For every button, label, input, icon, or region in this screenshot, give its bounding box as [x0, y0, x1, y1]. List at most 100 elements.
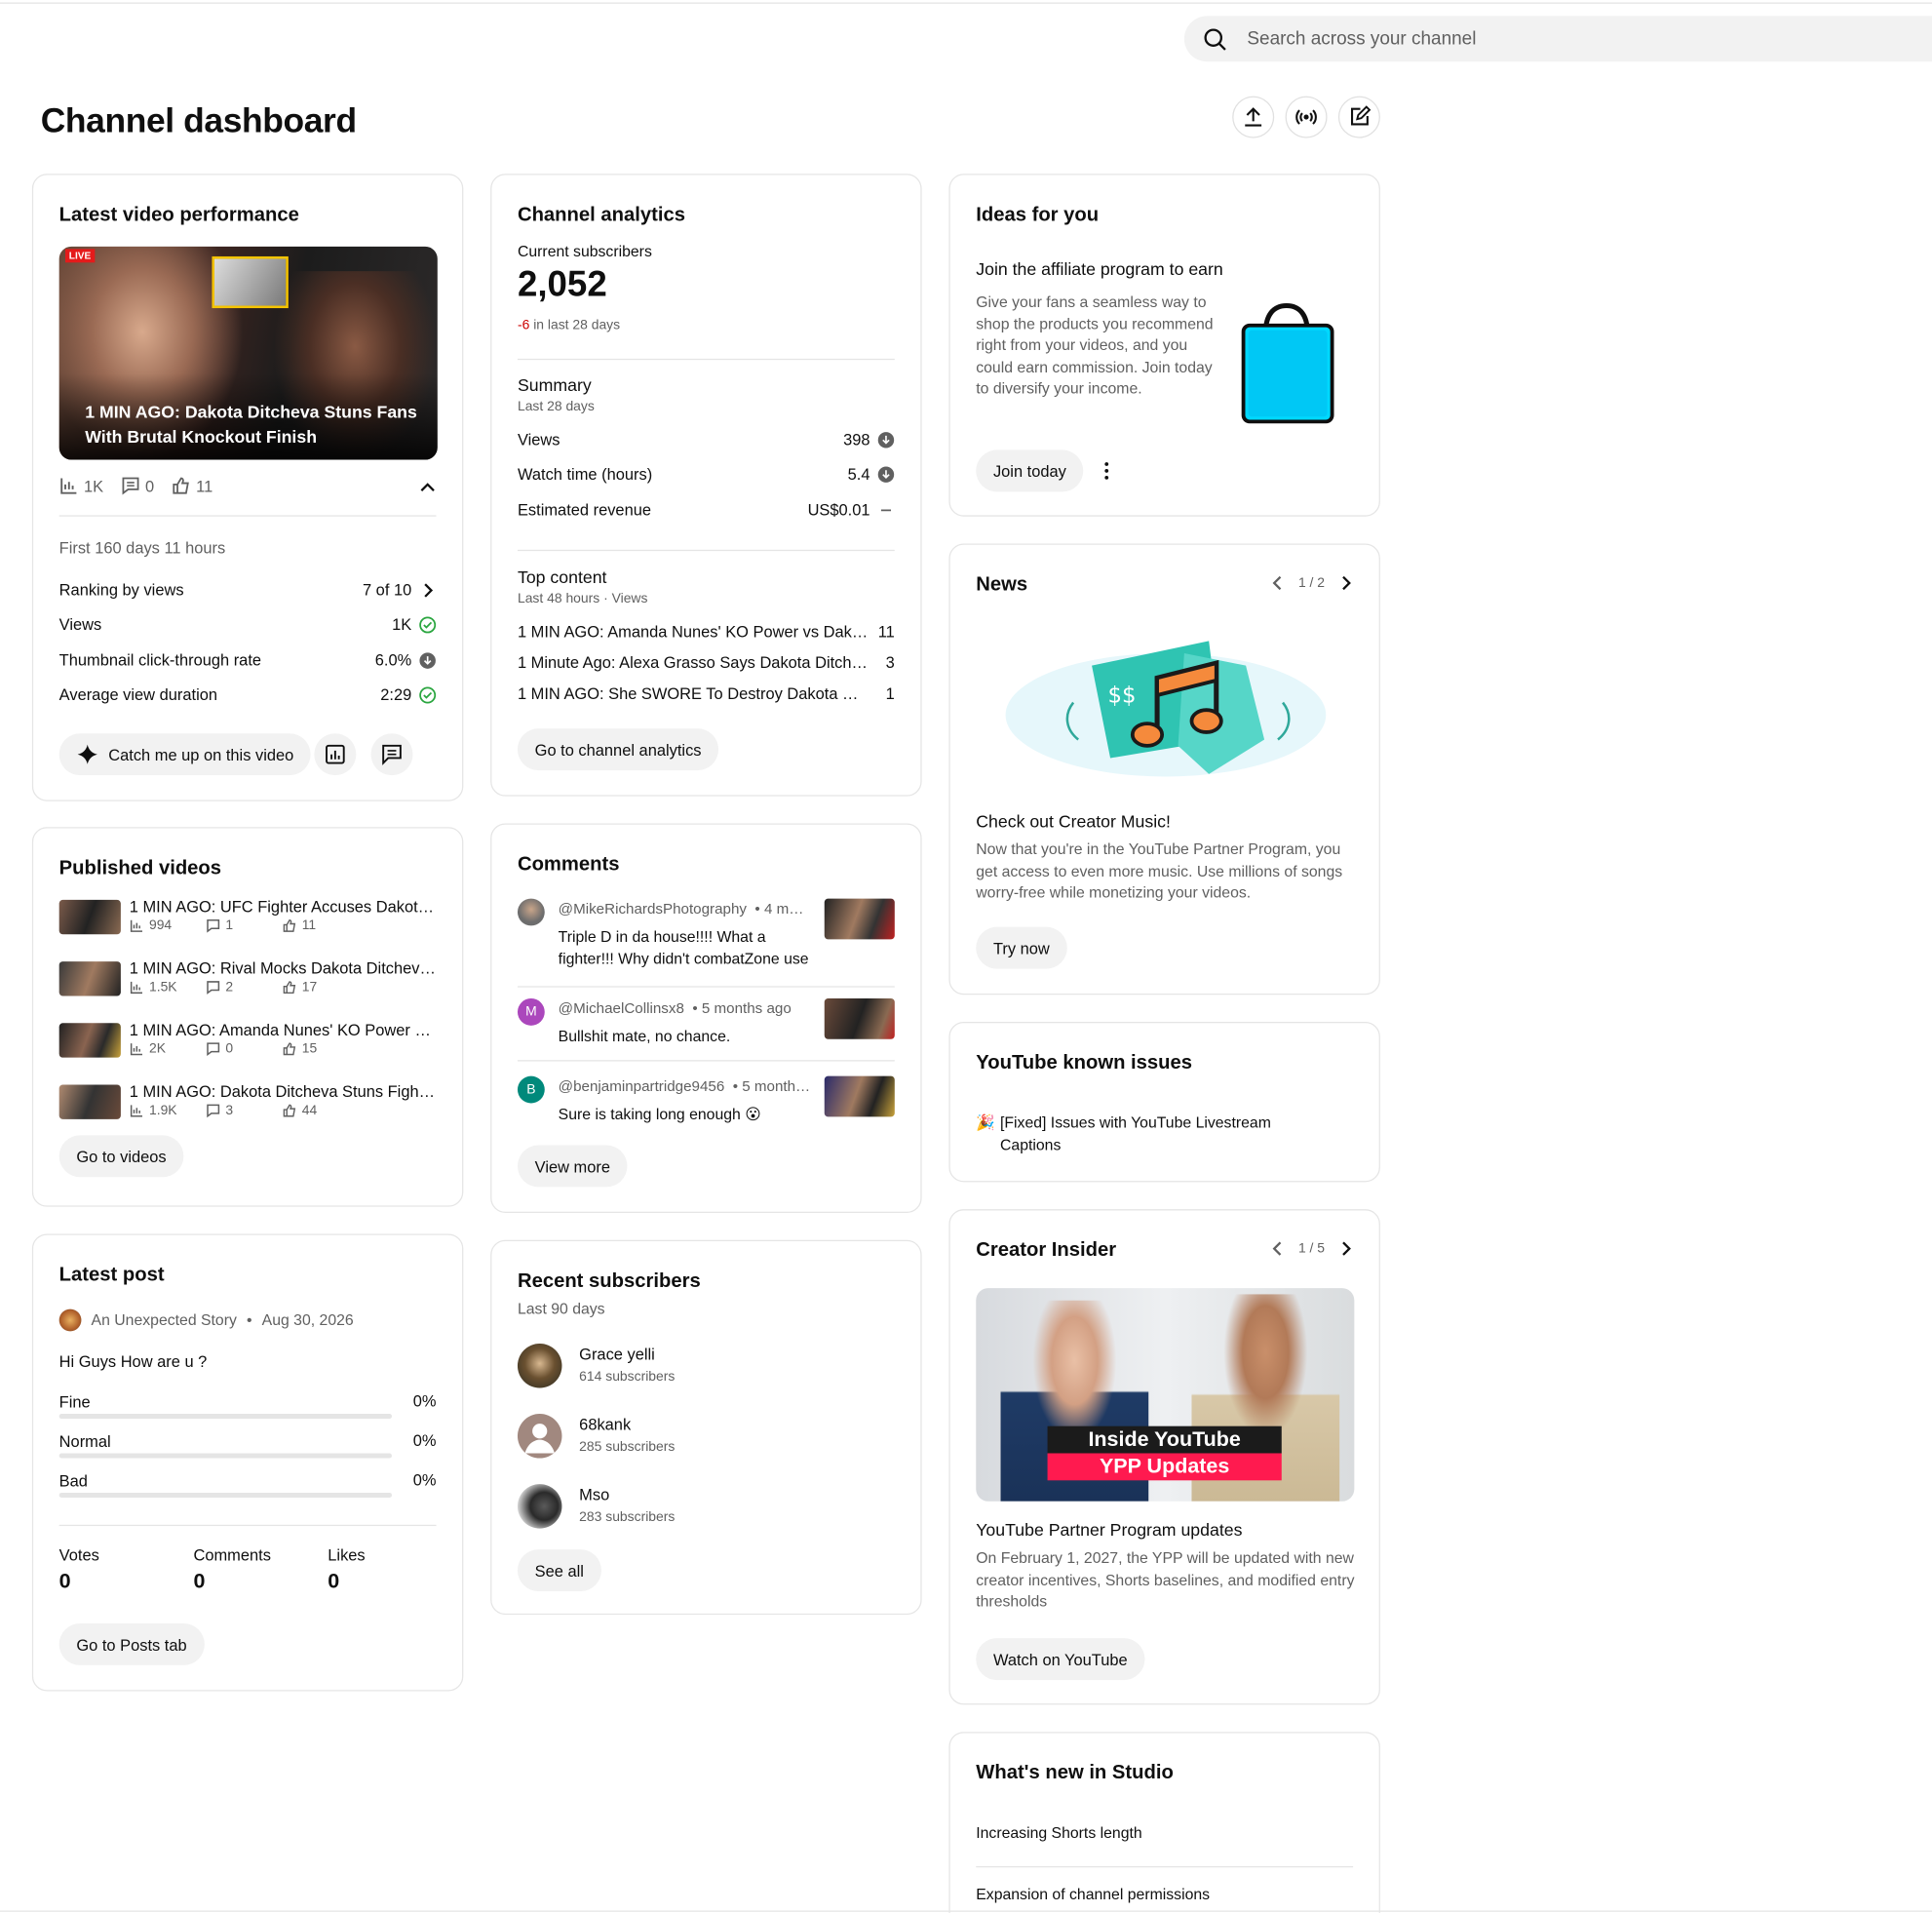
- view-more-button[interactable]: View more: [517, 1145, 628, 1188]
- period-label: First 160 days 11 hours: [58, 538, 226, 558]
- go-live-button[interactable]: [1285, 96, 1328, 138]
- create-post-button[interactable]: [1337, 96, 1380, 138]
- subscriber-row[interactable]: 68kank 285 subscribers: [517, 1410, 895, 1464]
- ideas-heading: Join the affiliate program to earn: [976, 258, 1223, 279]
- comment-item[interactable]: B @benjaminpartridge9456 • 5 months ago …: [517, 1075, 895, 1126]
- separator-dot: •: [246, 1311, 252, 1329]
- thumb-up-icon: [173, 477, 190, 494]
- published-videos-card: Published videos 1 MIN AGO: UFC Fighter …: [31, 827, 464, 1207]
- poll-option: Normal 0%: [58, 1431, 437, 1461]
- top-content-row[interactable]: 1 MIN AGO: She SWORE To Destroy Dakota D…: [518, 684, 895, 703]
- likes-value: 17: [301, 980, 318, 996]
- poll-bar: [58, 1492, 393, 1499]
- go-to-videos-button[interactable]: Go to videos: [58, 1135, 184, 1178]
- post-stat-value: 0: [193, 1569, 206, 1593]
- post-stat-value: 0: [328, 1569, 340, 1593]
- video-thumbnail[interactable]: LIVE 1 MIN AGO: Dakota Ditcheva Stuns Fa…: [58, 246, 438, 460]
- bar-chart-icon: [60, 478, 77, 494]
- chevron-right-icon[interactable]: [1337, 574, 1355, 592]
- check-circle-icon: [419, 685, 437, 703]
- comment-header: @MichaelCollinsx8 • 5 months ago: [558, 999, 792, 1017]
- live-icon: [1295, 109, 1317, 125]
- thumb-line1: Inside YouTube: [1047, 1425, 1282, 1454]
- post-meta: An Unexpected Story • Aug 30, 2026: [58, 1308, 354, 1332]
- chevron-up-icon[interactable]: [419, 480, 437, 497]
- whats-new-item[interactable]: Increasing Shorts length: [976, 1824, 1141, 1842]
- catch-me-up-button[interactable]: Catch me up on this video: [58, 733, 311, 776]
- dash-icon: [880, 508, 892, 511]
- top-content-label: 1 MIN AGO: She SWORE To Destroy Dakota D…: [517, 683, 869, 703]
- video-comments-button[interactable]: [370, 733, 413, 776]
- avatar: [517, 898, 545, 926]
- video-analytics-button[interactable]: [314, 733, 357, 776]
- comment-item[interactable]: M @MichaelCollinsx8 • 5 months ago Bulls…: [517, 998, 895, 1048]
- subscriber-row[interactable]: Grace yelli 614 subscribers: [517, 1340, 895, 1394]
- comment-header: @benjaminpartridge9456 • 5 months ago: [559, 1077, 811, 1095]
- more-vert-icon[interactable]: [1096, 460, 1118, 483]
- published-video-row[interactable]: 1 MIN AGO: Dakota Ditcheva Stuns Fighter…: [58, 1082, 438, 1127]
- post-stat-label: Votes: [58, 1545, 99, 1565]
- avatar: [517, 1343, 562, 1388]
- divider: [517, 986, 895, 988]
- comments-value: 2: [225, 980, 234, 996]
- live-badge: LIVE: [65, 249, 96, 263]
- comment-item[interactable]: @MikeRichardsPhotography • 4 months ago …: [517, 898, 895, 975]
- search-input[interactable]: Search across your channel: [1247, 28, 1476, 49]
- poll-option-label: Fine: [58, 1392, 91, 1412]
- subscriber-row[interactable]: Mso 283 subscribers: [517, 1480, 895, 1535]
- poll-bar: [58, 1453, 393, 1459]
- post-stat-label: Likes: [328, 1545, 366, 1565]
- published-video-row[interactable]: 1 MIN AGO: Rival Mocks Dakota Ditcheva—T…: [58, 959, 438, 1004]
- summary-revenue: Estimated revenue US$0.01: [518, 500, 895, 519]
- comments-value: 1: [225, 917, 234, 933]
- try-now-button[interactable]: Try now: [976, 926, 1067, 969]
- video-title: 1 MIN AGO: Amanda Nunes' KO Power vs Dak…: [129, 1020, 438, 1039]
- search-bar[interactable]: Search across your channel: [1183, 16, 1932, 62]
- insider-thumbnail[interactable]: Inside YouTube YPP Updates: [976, 1288, 1355, 1502]
- chevron-left-icon[interactable]: [1269, 574, 1287, 592]
- channel-name: An Unexpected Story: [91, 1311, 237, 1329]
- metric-ranking[interactable]: Ranking by views 7 of 10: [59, 580, 437, 599]
- check-circle-icon: [419, 615, 437, 633]
- comment-text: Sure is taking long enough 😮: [558, 1105, 761, 1123]
- post-stat-likes: Likes 0: [328, 1545, 365, 1593]
- pager-text: 1 / 2: [1297, 575, 1326, 591]
- see-all-button[interactable]: See all: [517, 1549, 601, 1592]
- metric-label: Views: [58, 614, 102, 634]
- insider-body: On February 1, 2027, the YPP will be upd…: [976, 1549, 1355, 1611]
- go-to-analytics-button[interactable]: Go to channel analytics: [517, 728, 719, 771]
- card-title: News: [976, 574, 1028, 596]
- news-body: Now that you're in the YouTube Partner P…: [976, 840, 1343, 902]
- video-thumbnail: [824, 1075, 895, 1117]
- channel-avatar: [58, 1308, 82, 1332]
- bar-chart-icon: [130, 919, 143, 932]
- join-today-button[interactable]: Join today: [976, 449, 1084, 492]
- published-video-row[interactable]: 1 MIN AGO: Amanda Nunes' KO Power vs Dak…: [58, 1020, 438, 1066]
- published-video-row[interactable]: 1 MIN AGO: UFC Fighter Accuses Dakota Di…: [58, 897, 438, 942]
- comments-card: Comments @MikeRichardsPhotography • 4 mo…: [490, 823, 922, 1213]
- video-stats: 1.9K 3 44: [130, 1103, 331, 1118]
- top-border: [0, 2, 1932, 4]
- go-to-posts-button[interactable]: Go to Posts tab: [58, 1622, 205, 1665]
- watch-on-youtube-button[interactable]: Watch on YouTube: [976, 1638, 1145, 1681]
- top-content-period: Last 48 hours · Views: [517, 591, 648, 606]
- whats-new-item[interactable]: Expansion of channel permissions: [976, 1886, 1210, 1903]
- top-content-row[interactable]: 1 Minute Ago: Alexa Grasso Says Dakota D…: [518, 653, 895, 672]
- chevron-right-icon[interactable]: [1337, 1240, 1355, 1258]
- card-title: What's new in Studio: [976, 1762, 1174, 1784]
- sparkle-icon: [77, 744, 97, 764]
- comment-text: Bullshit mate, no chance.: [558, 1028, 731, 1046]
- summary-watch-time: Watch time (hours) 5.4: [518, 465, 895, 484]
- upload-button[interactable]: [1232, 96, 1275, 138]
- likes-value: 11: [301, 917, 317, 933]
- post-stat-comments: Comments 0: [193, 1545, 270, 1593]
- video-title: 1 MIN AGO: Dakota Ditcheva Stuns Fans Wi…: [85, 402, 417, 447]
- top-content-row[interactable]: 1 MIN AGO: Amanda Nunes' KO Power vs Dak…: [518, 622, 895, 641]
- known-issue-link[interactable]: 🎉 [Fixed] Issues with YouTube Livestream…: [976, 1112, 1296, 1156]
- likes-value: 11: [196, 476, 213, 495]
- arrow-down-circle-icon: [419, 651, 436, 669]
- latest-post-card: Latest post An Unexpected Story • Aug 30…: [31, 1233, 464, 1692]
- subs-label: Current subscribers: [517, 243, 652, 260]
- chevron-left-icon[interactable]: [1269, 1240, 1287, 1258]
- views-stat: 1K: [59, 476, 103, 495]
